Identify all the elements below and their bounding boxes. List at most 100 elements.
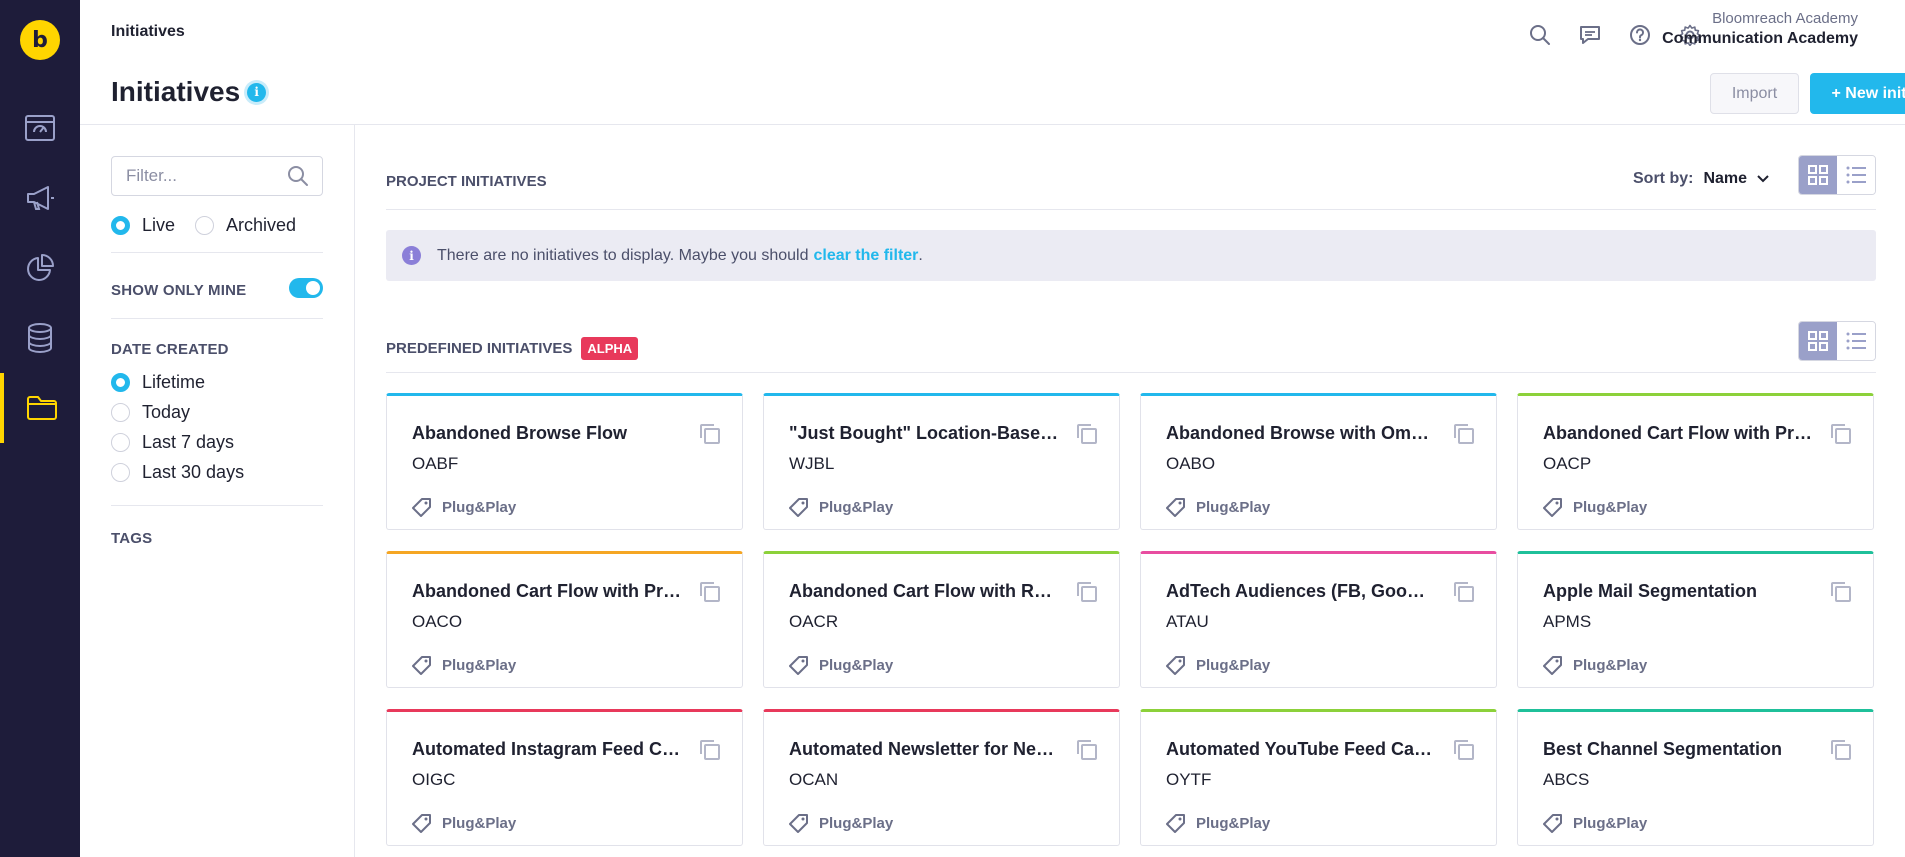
card-title: Apple Mail Segmentation — [1543, 581, 1758, 601]
page-header: Initiatives Initiatives i Bloomreach Aca… — [80, 0, 1905, 125]
card-tag[interactable]: Plug&Play — [1543, 655, 1647, 675]
card-tag[interactable]: Plug&Play — [789, 813, 893, 833]
copy-icon[interactable] — [1453, 423, 1475, 445]
copy-icon[interactable] — [1830, 739, 1852, 761]
sort-dropdown[interactable]: Sort by: Name — [1633, 170, 1769, 188]
predefined-initiatives-title: PREDEFINED INITIATIVES ALPHA — [386, 337, 639, 360]
card-tag[interactable]: Plug&Play — [412, 655, 516, 675]
initiative-card[interactable]: Abandoned Browse Flow OABF Plug&Play — [386, 393, 743, 530]
bloomreach-logo[interactable]: b — [20, 20, 60, 60]
initiative-card[interactable]: Abandoned Cart Flow with Product Recomme… — [1517, 393, 1874, 530]
list-view-button[interactable] — [1837, 156, 1875, 194]
card-tag-label: Plug&Play — [442, 814, 517, 832]
notice-text: There are no initiatives to display. May… — [437, 246, 809, 264]
list-icon — [1846, 332, 1866, 350]
divider — [111, 505, 323, 506]
date-lifetime-radio[interactable]: Lifetime — [111, 372, 205, 393]
date-last7-radio[interactable]: Last 7 days — [111, 432, 234, 453]
notice-end: . — [918, 246, 923, 264]
account-switcher[interactable]: Bloomreach Academy Communication Academy — [1573, 10, 1858, 48]
clear-filter-link[interactable]: clear the filter — [813, 247, 918, 265]
search-button[interactable] — [1525, 20, 1555, 50]
card-code: ATAU — [1166, 612, 1209, 631]
initiative-card[interactable]: Automated Newsletter for New Products OC… — [763, 709, 1120, 846]
nav-dashboard[interactable] — [0, 93, 80, 163]
card-tag[interactable]: Plug&Play — [412, 813, 516, 833]
list-view-button[interactable] — [1837, 322, 1875, 360]
card-title: Abandoned Browse Flow — [412, 423, 628, 443]
card-tag[interactable]: Plug&Play — [1543, 497, 1647, 517]
initiative-card[interactable]: Abandoned Browse with Omnichannel OABO P… — [1140, 393, 1497, 530]
nav-assets[interactable] — [0, 373, 80, 443]
tag-icon — [1543, 498, 1562, 517]
copy-icon[interactable] — [699, 423, 721, 445]
tags-label: TAGS — [111, 530, 153, 547]
copy-icon[interactable] — [1076, 739, 1098, 761]
nav-campaigns[interactable] — [0, 163, 80, 233]
initiative-card[interactable]: Abandoned Cart Flow with Reminders OACR … — [763, 551, 1120, 688]
tag-icon — [1166, 656, 1185, 675]
card-tag-label: Plug&Play — [1196, 656, 1271, 674]
logo-glyph: b — [32, 27, 48, 53]
divider — [386, 209, 1876, 210]
initiative-card[interactable]: Best Channel Segmentation ABCS Plug&Play — [1517, 709, 1874, 846]
date-today-radio[interactable]: Today — [111, 402, 190, 423]
sort-label: Sort by: — [1633, 170, 1694, 187]
page-title-text: Initiatives — [111, 76, 241, 107]
show-only-mine-label: SHOW ONLY MINE — [111, 282, 247, 299]
card-code: OACO — [412, 612, 463, 631]
date-last30-radio[interactable]: Last 30 days — [111, 462, 244, 483]
card-title: Abandoned Browse with Omnichannel — [1166, 423, 1436, 443]
copy-icon[interactable] — [699, 581, 721, 603]
new-initiative-button[interactable]: + New initiative — [1810, 73, 1905, 114]
card-title: "Just Bought" Location-Based Recommendat… — [789, 423, 1059, 443]
card-tag[interactable]: Plug&Play — [789, 497, 893, 517]
initiative-card[interactable]: Apple Mail Segmentation APMS Plug&Play — [1517, 551, 1874, 688]
card-tag[interactable]: Plug&Play — [1543, 813, 1647, 833]
card-title: Abandoned Cart Flow with Product Recomme… — [1543, 423, 1813, 443]
alpha-badge: ALPHA — [581, 337, 639, 360]
card-code: OACR — [789, 612, 839, 631]
copy-icon[interactable] — [1453, 581, 1475, 603]
status-live-radio[interactable]: Live — [111, 215, 175, 236]
initiative-card[interactable]: Automated YouTube Feed Campaign OYTF Plu… — [1140, 709, 1497, 846]
card-tag[interactable]: Plug&Play — [1166, 813, 1270, 833]
folder-icon — [27, 396, 57, 420]
tag-icon — [789, 656, 808, 675]
breadcrumb[interactable]: Initiatives — [111, 23, 185, 41]
sort-value: Name — [1703, 170, 1748, 187]
copy-icon[interactable] — [1830, 423, 1852, 445]
card-tag[interactable]: Plug&Play — [412, 497, 516, 517]
card-tag-label: Plug&Play — [1573, 656, 1648, 674]
card-tag-label: Plug&Play — [1573, 498, 1648, 516]
search-icon — [1530, 25, 1550, 45]
copy-icon[interactable] — [699, 739, 721, 761]
filter-sidebar: Live Archived SHOW ONLY MINE DATE CREATE… — [80, 125, 355, 857]
card-tag[interactable]: Plug&Play — [1166, 497, 1270, 517]
card-tag[interactable]: Plug&Play — [1166, 655, 1270, 675]
info-icon[interactable]: i — [247, 82, 267, 102]
copy-icon[interactable] — [1453, 739, 1475, 761]
show-only-mine-toggle[interactable] — [289, 278, 323, 298]
status-archived-radio[interactable]: Archived — [195, 215, 296, 236]
copy-icon[interactable] — [1830, 581, 1852, 603]
copy-icon[interactable] — [1076, 423, 1098, 445]
initiative-card[interactable]: Automated Instagram Feed Campaign OIGC P… — [386, 709, 743, 846]
card-tag[interactable]: Plug&Play — [789, 655, 893, 675]
import-button[interactable]: Import — [1710, 73, 1799, 114]
search-icon — [288, 166, 308, 186]
initiative-card[interactable]: Abandoned Cart Flow with Product Offer O… — [386, 551, 743, 688]
chevron-down-icon — [1757, 175, 1769, 183]
copy-icon[interactable] — [1076, 581, 1098, 603]
nav-analytics[interactable] — [0, 233, 80, 303]
grid-view-button[interactable] — [1799, 322, 1837, 360]
initiative-card[interactable]: "Just Bought" Location-Based Recommendat… — [763, 393, 1120, 530]
predefined-view-toggle — [1798, 321, 1876, 361]
tag-icon — [412, 498, 431, 517]
initiative-card[interactable]: AdTech Audiences (FB, Google) ATAU Plug&… — [1140, 551, 1497, 688]
grid-view-button[interactable] — [1799, 156, 1837, 194]
info-icon: i — [402, 246, 421, 265]
predefined-cards-grid: Abandoned Browse Flow OABF Plug&Play "Ju… — [386, 393, 1876, 846]
nav-data[interactable] — [0, 303, 80, 373]
date-option-label: Last 30 days — [142, 462, 245, 482]
